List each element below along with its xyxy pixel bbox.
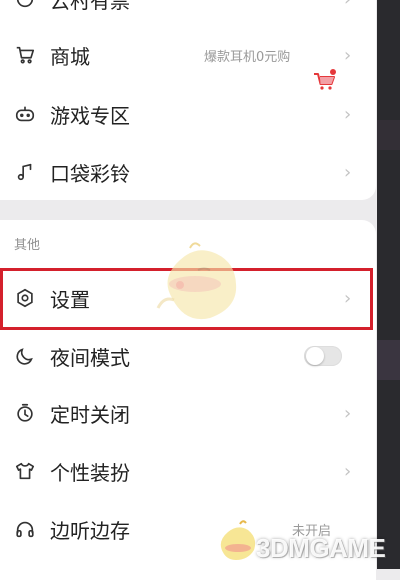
chevron-right-icon: › xyxy=(344,460,352,482)
menu-item-label: 商城 xyxy=(50,44,90,69)
background-panel xyxy=(377,0,400,569)
chevron-right-icon: › xyxy=(344,0,351,10)
promo-hint: 爆款耳机0元购 xyxy=(204,49,291,65)
moon-icon xyxy=(14,345,36,367)
toggle-knob xyxy=(306,347,324,365)
menu-item-theme[interactable]: 个性装扮 › xyxy=(0,442,376,500)
menu-item-label: 云村有票 xyxy=(50,0,130,13)
menu-item-ringtone[interactable]: 口袋彩铃 › xyxy=(0,143,376,201)
watermark-mascot xyxy=(150,238,250,328)
menu-item-games[interactable]: 游戏专区 › xyxy=(0,85,376,143)
chevron-right-icon: › xyxy=(344,161,352,183)
menu-item-label: 夜间模式 xyxy=(50,345,130,370)
headphones-icon xyxy=(14,518,36,540)
menu-item-label: 口袋彩铃 xyxy=(50,161,130,186)
music-note-icon xyxy=(14,161,36,183)
ticket-icon xyxy=(14,0,36,10)
chevron-right-icon: › xyxy=(344,44,352,66)
menu-item-sleep-timer[interactable]: 定时关闭 › xyxy=(0,384,376,442)
menu-item-label: 游戏专区 xyxy=(50,103,130,128)
tshirt-icon xyxy=(14,460,36,482)
menu-item-tickets[interactable]: 云村有票 › xyxy=(0,0,376,28)
night-mode-toggle[interactable] xyxy=(304,346,342,366)
timer-icon xyxy=(14,402,36,424)
chevron-right-icon: › xyxy=(344,402,352,424)
menu-item-label: 个性装扮 xyxy=(50,460,130,485)
background-detail xyxy=(377,340,400,380)
section-title: 其他 xyxy=(14,238,41,253)
menu-item-label: 边听边存 xyxy=(50,518,130,543)
chevron-right-icon: › xyxy=(344,103,352,125)
menu-item-label: 定时关闭 xyxy=(50,402,130,427)
cart-icon xyxy=(14,44,36,66)
watermark-text: 3DMGAME xyxy=(256,533,386,563)
gamepad-icon xyxy=(14,103,36,125)
menu-item-mall[interactable]: 商城 爆款耳机0元购 › xyxy=(0,26,376,90)
background-detail xyxy=(377,120,400,150)
